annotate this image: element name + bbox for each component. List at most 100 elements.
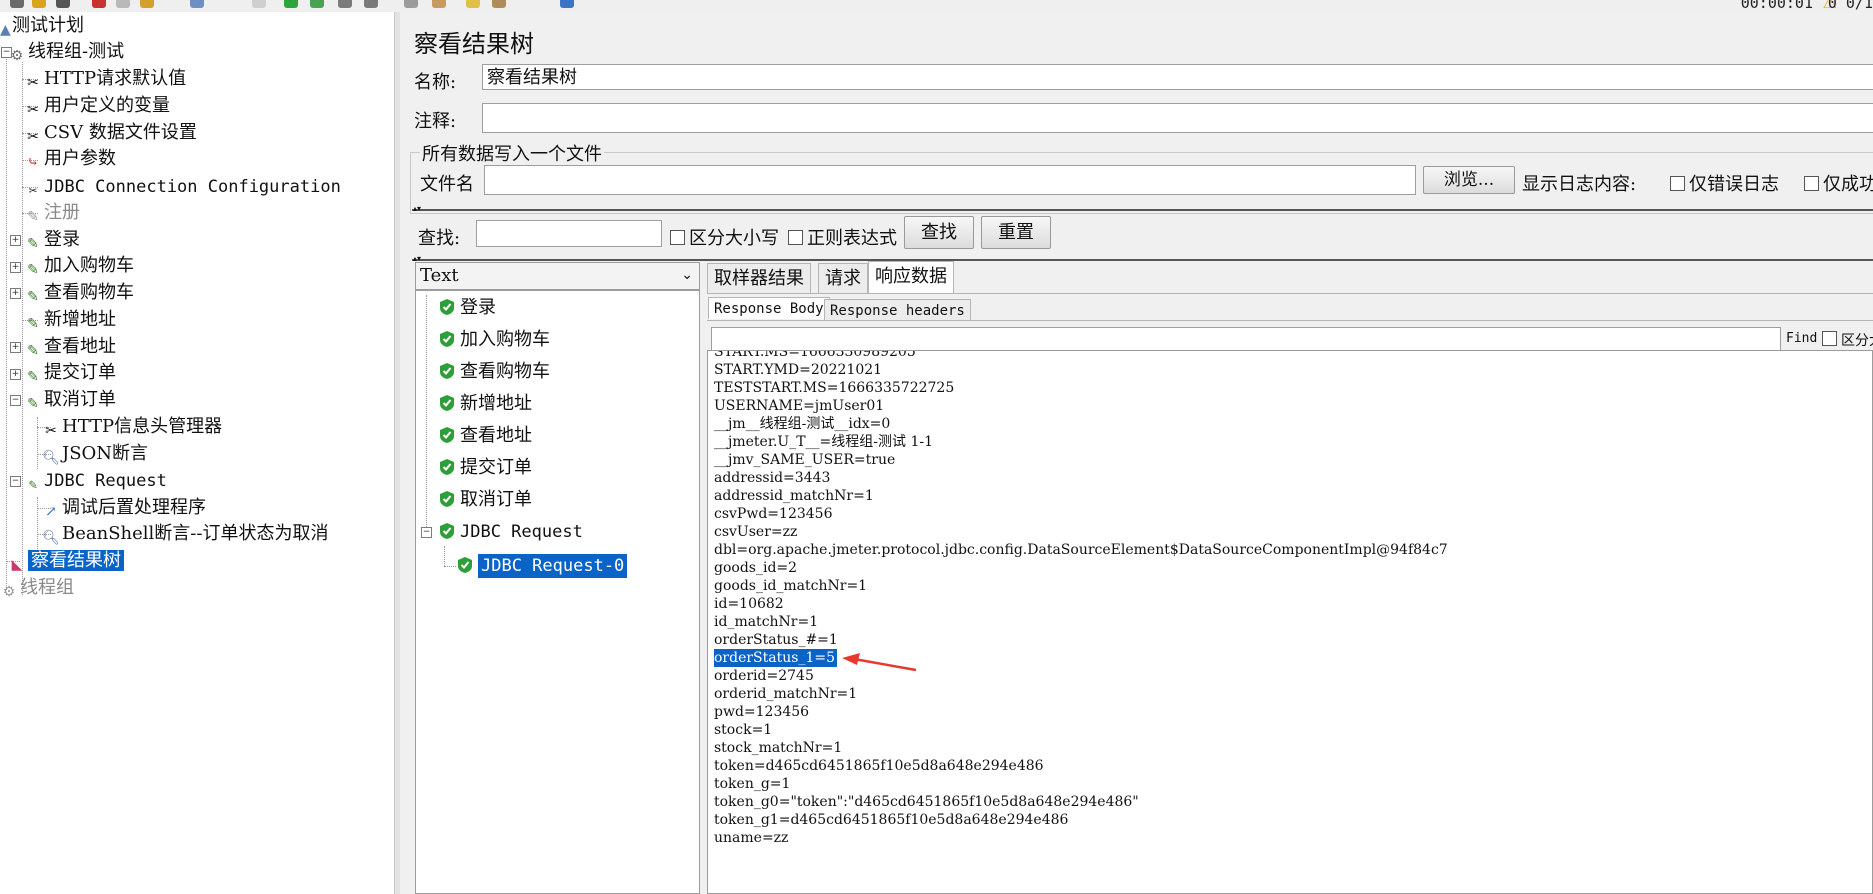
tree-node-view-results-tree[interactable]: ◣ 察看结果树 [8, 549, 124, 573]
tab-response-data[interactable]: 响应数据 [868, 261, 954, 293]
tree-node-register[interactable]: ✎ 注册 [24, 201, 80, 225]
tree-node-debug-postprocessor[interactable]: ↗ 调试后置处理程序 [42, 496, 206, 520]
file-name-label: 文件名 [420, 174, 474, 195]
expand-toggle[interactable]: + [10, 369, 21, 380]
paste-icon[interactable] [140, 0, 154, 8]
reset-button[interactable]: 重置 [981, 216, 1051, 249]
start-no-pause-icon[interactable] [310, 0, 324, 8]
response-line: orderid_matchNr=1 [714, 686, 858, 702]
tree-node-add-cart[interactable]: ✎ 加入购物车 [24, 254, 134, 278]
result-item-jdbc-child[interactable]: JDBC Request-0 [458, 553, 628, 579]
tree-node-beanshell-assertion[interactable]: 🔍︎ BeanShell断言--订单状态为取消 [42, 522, 328, 546]
result-item[interactable]: 提交订单 [440, 455, 532, 481]
errors-only-checkbox[interactable] [1670, 176, 1685, 191]
wrench-icon: ✂ [45, 423, 57, 439]
response-line: token_g0="token":"d465cd6451865f10e5d8a6… [714, 794, 1139, 810]
expand-toggle[interactable]: + [10, 235, 21, 246]
tree-node-user-parameters[interactable]: ⤷ 用户参数 [24, 147, 116, 171]
result-item[interactable]: 新增地址 [440, 391, 532, 417]
regex-option[interactable]: 正则表达式 [788, 224, 897, 250]
response-line: token_g1=d465cd6451865f10e5d8a648e294e48… [714, 812, 1069, 828]
tree-node-user-variables[interactable]: ✂ 用户定义的变量 [24, 94, 170, 118]
tree-node-jdbc-config[interactable]: ✂ JDBC Connection Configuration [24, 175, 341, 199]
find-case-option[interactable]: 区分大 [1822, 330, 1873, 350]
tree-connector [22, 62, 23, 595]
case-sensitive-option[interactable]: 区分大小写 [670, 224, 779, 250]
search-icon[interactable] [466, 0, 480, 8]
success-shield-icon [440, 395, 454, 411]
result-item[interactable]: 登录 [440, 295, 496, 321]
tab-response-headers[interactable]: Response headers [824, 299, 971, 321]
tab-response-body[interactable]: Response Body [708, 297, 830, 319]
comment-field[interactable] [482, 103, 1873, 133]
save-icon[interactable] [56, 0, 70, 8]
response-line: TESTSTART.MS=1666335722725 [714, 380, 955, 396]
collapse-toggle[interactable]: − [421, 527, 432, 538]
find-case-checkbox[interactable] [1822, 331, 1837, 346]
expand-toggle[interactable]: + [10, 262, 21, 273]
tree-node-cancel-order[interactable]: ✎ 取消订单 [24, 388, 116, 412]
tree-node-view-address[interactable]: ✎ 查看地址 [24, 335, 116, 359]
section-divider[interactable] [412, 209, 1873, 211]
browse-button[interactable]: 浏览... [1423, 166, 1515, 194]
wrench-icon: ✂ [27, 75, 39, 91]
new-icon[interactable] [10, 0, 24, 8]
pipette-icon: ✎ [27, 262, 39, 278]
reset-search-icon[interactable] [492, 0, 506, 8]
tree-node-json-assertion[interactable]: 🔍︎ JSON断言 [42, 442, 148, 466]
tree-connector [37, 417, 38, 469]
tab-sampler-result[interactable]: 取样器结果 [707, 263, 811, 293]
search-label: 查找: [418, 228, 461, 249]
comment-label: 注释: [414, 111, 457, 132]
success-only-option[interactable]: 仅成功 [1804, 170, 1873, 196]
tree-node-login[interactable]: ✎ 登录 [24, 228, 80, 252]
start-icon[interactable] [284, 0, 298, 8]
tree-node-add-address[interactable]: ✎ 新增地址 [24, 308, 116, 332]
clear-icon[interactable] [404, 0, 418, 8]
copy-icon[interactable] [116, 0, 130, 8]
response-line: orderStatus_#=1 [714, 632, 838, 648]
expand-toggle[interactable]: + [10, 342, 21, 353]
result-item-jdbc[interactable]: JDBC Request [440, 519, 583, 545]
tab-request[interactable]: 请求 [818, 263, 868, 293]
tree-node-submit-order[interactable]: ✎ 提交订单 [24, 361, 116, 385]
tree-node-thread-group[interactable]: ⚙ 线程组-测试 [8, 40, 124, 64]
open-icon[interactable] [32, 0, 46, 8]
name-field[interactable]: 察看结果树 [482, 64, 1873, 90]
help-icon[interactable] [560, 0, 574, 8]
tree-node-http-defaults[interactable]: ✂ HTTP请求默认值 [24, 67, 186, 91]
tree-node-view-cart[interactable]: ✎ 查看购物车 [24, 281, 134, 305]
result-item[interactable]: 查看购物车 [440, 359, 550, 385]
renderer-select[interactable]: Text ⌄ [415, 262, 700, 290]
shutdown-icon[interactable] [364, 0, 378, 8]
collapse-toggle[interactable]: − [10, 395, 21, 406]
divider-grip[interactable]: ▴▾ [413, 205, 421, 213]
tree-node-csv-config[interactable]: ✂ CSV 数据文件设置 [24, 121, 197, 145]
success-only-checkbox[interactable] [1804, 176, 1819, 191]
case-sensitive-checkbox[interactable] [670, 230, 685, 245]
result-item[interactable]: 加入购物车 [440, 327, 550, 353]
result-item[interactable]: 取消订单 [440, 487, 532, 513]
response-body[interactable]: START.MS=1666330989205 START.YMD=20221021… [707, 350, 1873, 894]
clear-all-icon[interactable] [432, 0, 446, 8]
result-item[interactable]: 查看地址 [440, 423, 532, 449]
collapse-toggle[interactable]: − [10, 476, 21, 487]
tree-node-thread-group-2[interactable]: ⚙ 线程组 [0, 576, 74, 600]
file-section-title: 所有数据写入一个文件 [420, 140, 604, 166]
file-name-field[interactable] [484, 165, 1416, 195]
stop-icon[interactable] [338, 0, 352, 8]
find-button[interactable]: 查找 [904, 216, 974, 249]
search-input[interactable] [476, 220, 662, 247]
tree-node-header-manager[interactable]: ✂ HTTP信息头管理器 [42, 415, 222, 439]
magnifier-icon: 🔍︎ [42, 450, 60, 466]
tree-node-test-plan[interactable]: ▲测试计划 [0, 14, 84, 38]
expand-toggle[interactable]: + [10, 288, 21, 299]
toggle-icon[interactable] [252, 0, 266, 8]
tree-node-jdbc-request[interactable]: ✎ JDBC Request [24, 469, 167, 493]
section-divider[interactable] [412, 259, 1873, 261]
expand-icon[interactable] [190, 0, 204, 8]
errors-only-option[interactable]: 仅错误日志 [1670, 170, 1779, 196]
response-find-input[interactable] [711, 327, 1781, 351]
cut-icon[interactable] [92, 0, 106, 8]
regex-checkbox[interactable] [788, 230, 803, 245]
